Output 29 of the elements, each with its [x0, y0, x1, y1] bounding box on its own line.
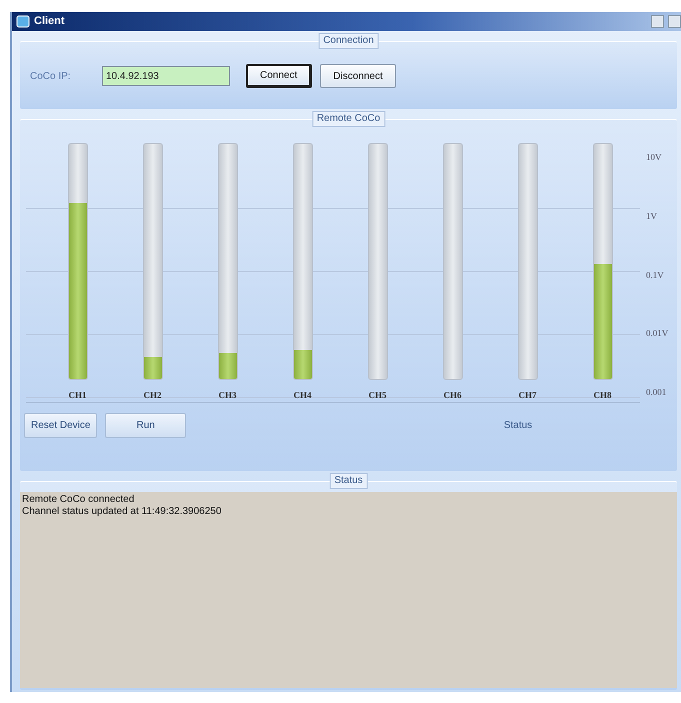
scale-label: 1V: [646, 212, 658, 221]
action-button[interactable]: Reset Device: [24, 413, 98, 438]
app-icon: [16, 15, 30, 28]
action-button[interactable]: Run: [105, 413, 186, 438]
channel-label: CH3: [218, 388, 236, 402]
channel-label: CH8: [594, 388, 612, 402]
log-line: Channel status updated at 11:49:32.3906250: [22, 506, 222, 518]
channel-label: CH6: [444, 388, 462, 402]
channel-label: CH5: [368, 388, 386, 402]
channel-label: CH7: [518, 388, 536, 402]
group-title: Connection: [318, 33, 379, 49]
connection-button[interactable]: Connect: [246, 64, 312, 88]
scale-label: 0.001: [646, 388, 668, 397]
scale-label: 0.1V: [646, 270, 665, 280]
channel-label: CH4: [294, 388, 312, 402]
status-label: Status: [504, 419, 532, 433]
ip-field[interactable]: 10.4.92.193: [102, 66, 230, 86]
connection-button[interactable]: Disconnect: [320, 64, 396, 88]
minimize-button[interactable]: [651, 15, 664, 28]
group-title: Status: [329, 473, 368, 489]
scale-label: 0.01V: [646, 329, 670, 338]
log-line: Remote CoCo connected: [22, 494, 136, 506]
group-title: Remote CoCo: [312, 111, 386, 127]
scale-label: 10V: [646, 153, 662, 162]
maximize-button[interactable]: [668, 15, 681, 28]
channel-label: CH2: [144, 388, 162, 402]
ip-label: CoCo IP:: [30, 70, 72, 84]
window-title: Client: [34, 14, 65, 30]
channel-label: CH1: [68, 388, 86, 402]
